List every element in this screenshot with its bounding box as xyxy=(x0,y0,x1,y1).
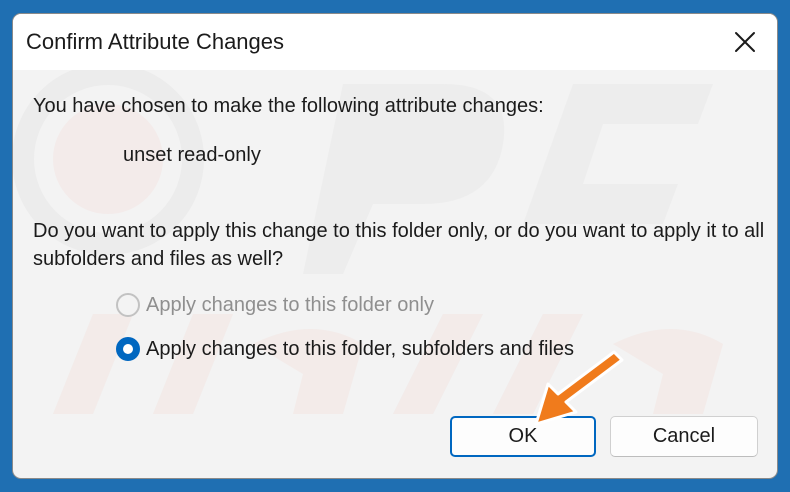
confirm-attribute-changes-dialog: Confirm Attribute Changes You have chose… xyxy=(12,13,778,479)
option-folder-only-label: Apply changes to this folder only xyxy=(146,293,434,316)
close-button[interactable] xyxy=(725,22,765,62)
cancel-button[interactable]: Cancel xyxy=(610,416,758,457)
option-folder-only[interactable]: Apply changes to this folder only xyxy=(116,293,434,317)
title-bar: Confirm Attribute Changes xyxy=(13,14,777,70)
option-folder-subfolders-files-label: Apply changes to this folder, subfolders… xyxy=(146,337,575,360)
radio-button-unselected[interactable] xyxy=(116,293,140,317)
change-text: unset read-only xyxy=(123,144,261,166)
close-icon xyxy=(735,32,755,52)
option-folder-subfolders-files[interactable]: Apply changes to this folder, subfolders… xyxy=(116,337,574,361)
ok-button[interactable]: OK xyxy=(450,416,596,457)
question-text: Do you want to apply this change to this… xyxy=(33,220,765,270)
intro-text: You have chosen to make the following at… xyxy=(33,95,544,117)
radio-button-selected[interactable] xyxy=(116,337,140,361)
dialog-title: Confirm Attribute Changes xyxy=(26,29,285,54)
